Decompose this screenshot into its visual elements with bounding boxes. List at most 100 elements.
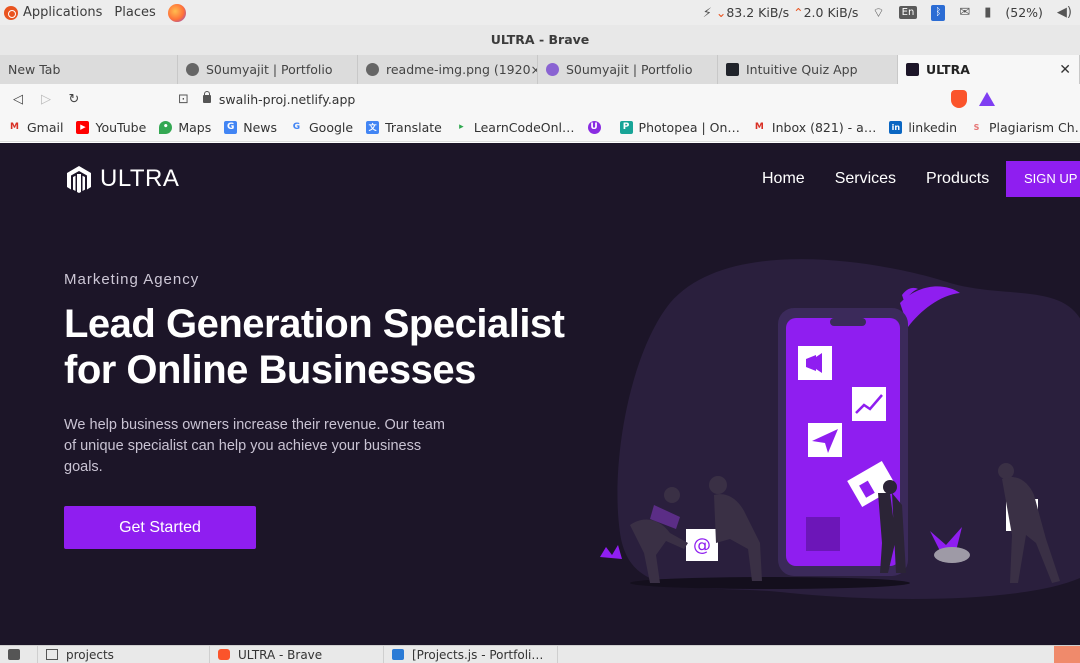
bookmark-label: Gmail (27, 120, 64, 135)
keyboard-layout-indicator[interactable]: En (898, 6, 918, 19)
tab-portfolio-1[interactable]: S0umyajit | Portfolio (178, 55, 358, 84)
reload-icon[interactable]: ↻ (60, 92, 88, 107)
tab-ultra[interactable]: ULTRA ✕ (898, 55, 1080, 84)
globe-icon (186, 63, 199, 76)
network-speed: ⚡ ⌄83.2 KiB/s ⌃2.0 KiB/s (703, 5, 859, 21)
tab-new-tab[interactable]: New Tab (0, 55, 178, 84)
brand-name: ULTRA (100, 165, 180, 192)
bookmark-linkedin[interactable]: in linkedin (889, 120, 957, 135)
brave-shields-icon[interactable] (950, 90, 967, 108)
bookmark-label: Inbox (821) - a… (771, 120, 877, 135)
bookmark-label: Translate (385, 120, 442, 135)
tab-strip: New Tab S0umyajit | Portfolio readme-img… (0, 55, 1080, 84)
brave-tray-icon[interactable] (1054, 645, 1080, 663)
brave-rewards-icon[interactable] (978, 92, 995, 106)
applications-menu[interactable]: Applications (23, 5, 102, 20)
bookmark-google[interactable]: G Google (290, 120, 353, 135)
bookmarks-bar: M Gmail ▶ YouTube • Maps G News G Google 文 Tra… (0, 114, 1080, 142)
volume-icon[interactable]: ◀) (1057, 5, 1072, 20)
bookmark-photopea[interactable]: P Photopea | On… (619, 120, 740, 135)
nav-home[interactable]: Home (762, 170, 805, 188)
gmail-icon: M (10, 122, 19, 132)
system-top-panel: Applications Places ⚡ ⌄83.2 KiB/s ⌃2.0 K… (0, 0, 1080, 25)
plant-left-icon (600, 545, 622, 559)
react-icon (726, 63, 739, 76)
upload-arrow-icon: ⌃ (793, 4, 804, 20)
bookmark-news[interactable]: G News (224, 120, 277, 135)
upload-speed: 2.0 KiB/s (803, 4, 859, 20)
taskbar-label: ULTRA - Brave (238, 647, 323, 662)
battery-icon[interactable]: ▮ (984, 5, 991, 20)
close-tab-icon[interactable]: ✕ (1059, 62, 1071, 78)
download-arrow-icon: ⌄ (715, 4, 727, 20)
bookmark-translate[interactable]: 文 Translate (366, 120, 442, 135)
website-viewport: ULTRA Home Services Products SIGN UP Mar… (0, 143, 1080, 645)
bookmark-label: Maps (178, 120, 212, 135)
taskbar-item-brave[interactable]: ULTRA - Brave (210, 645, 384, 663)
bookmark-icon[interactable]: ⊡ (178, 92, 189, 107)
ultra-icon (906, 63, 919, 76)
tab-portfolio-2[interactable]: S0umyajit | Portfolio (538, 55, 718, 84)
news-icon: G (224, 121, 238, 134)
nav-services[interactable]: Services (835, 170, 896, 188)
nav-products[interactable]: Products (926, 170, 989, 188)
url-text: swalih-proj.netlify.app (218, 91, 356, 107)
desktop-icon (8, 649, 20, 660)
portfolio-icon (546, 63, 559, 76)
show-desktop-button[interactable] (0, 645, 38, 663)
forward-icon[interactable]: ▷ (32, 92, 60, 107)
bookmark-label: Google (309, 120, 354, 135)
bookmark-inbox[interactable]: M Inbox (821) - a… (753, 120, 876, 135)
ubuntu-logo-icon[interactable] (4, 5, 18, 20)
google-icon: G (292, 122, 301, 132)
taskbar-label: [Projects.js - Portfoli… (412, 647, 544, 662)
back-icon[interactable]: ◁ (4, 92, 32, 107)
get-started-button[interactable]: Get Started (64, 506, 256, 549)
bookmark-maps[interactable]: • Maps (159, 120, 211, 135)
chart-card-icon (852, 387, 886, 421)
tab-label: ULTRA (926, 62, 970, 77)
folder-icon (46, 649, 58, 660)
tab-quiz-app[interactable]: Intuitive Quiz App (718, 55, 898, 84)
bookmark-learncode[interactable]: ▸ LearnCodeOnl… (455, 120, 574, 135)
tab-label: New Tab (8, 62, 61, 77)
site-logo[interactable]: ULTRA (66, 165, 179, 193)
brave-icon (218, 649, 230, 660)
maps-icon: • (159, 121, 173, 134)
bookmark-label: Plagiarism Ch… (989, 120, 1080, 135)
hero-eyebrow: Marketing Agency (64, 271, 200, 288)
taskbar-item-projects[interactable]: projects (38, 645, 210, 663)
bookmark-label: Photopea | On… (638, 120, 740, 135)
bookmark-youtube[interactable]: ▶ YouTube (76, 120, 146, 135)
globe-icon (366, 63, 379, 76)
places-menu[interactable]: Places (114, 5, 155, 20)
bookmark-plagiarism[interactable]: S Plagiarism Ch… (970, 120, 1080, 135)
empty-card (806, 517, 840, 551)
tab-label: S0umyajit | Portfolio (206, 62, 333, 77)
bookmark-label: YouTube (95, 120, 147, 135)
ground-shadow (630, 577, 910, 589)
taskbar-item-vscode[interactable]: [Projects.js - Portfoli… (384, 645, 558, 663)
lock-icon (202, 91, 211, 103)
youtube-icon: ▶ (76, 121, 90, 134)
site-nav: Home Services Products (762, 170, 1019, 188)
tab-readme-img[interactable]: readme-img.png (1920×8 (358, 55, 538, 84)
hero-headline: Lead Generation Specialist for Online Bu… (64, 302, 565, 392)
address-bar[interactable]: swalih-proj.netlify.app (202, 88, 903, 110)
wifi-icon[interactable]: ⌔ (872, 5, 884, 21)
hero-illustration: @ (600, 259, 1080, 599)
translate-icon: 文 (366, 121, 380, 134)
navigation-bar: ◁ ▷ ↻ ⊡ swalih-proj.netlify.app (0, 84, 1080, 114)
bookmark-gmail[interactable]: M Gmail (8, 120, 63, 135)
firefox-icon[interactable] (167, 3, 186, 22)
learncode-icon: ▸ (459, 122, 464, 132)
bookmark-unnamed[interactable]: U (587, 121, 607, 134)
taskbar-label: projects (66, 647, 114, 662)
photopea-icon: P (619, 121, 633, 134)
mail-icon[interactable]: ✉ (959, 5, 970, 20)
signup-button[interactable]: SIGN UP (1006, 161, 1080, 197)
tab-label: S0umyajit | Portfolio (566, 62, 693, 77)
hero-description: We help business owners increase their r… (64, 417, 445, 475)
vscode-icon (392, 649, 404, 660)
bluetooth-icon[interactable]: ᛒ (931, 4, 946, 21)
